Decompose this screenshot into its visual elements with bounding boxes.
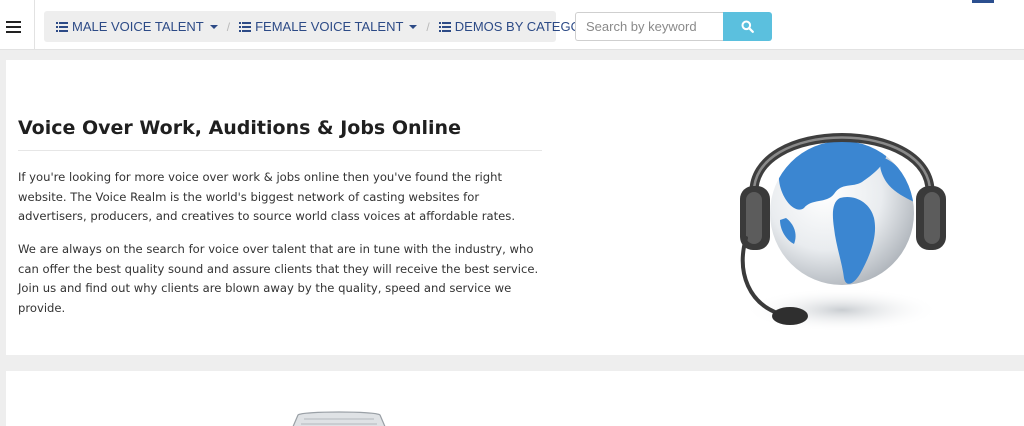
- list-icon: [239, 21, 252, 32]
- title-divider: [18, 150, 542, 151]
- nav-male-voice-talent[interactable]: MALE VOICE TALENT: [56, 19, 218, 34]
- talent-paragraph: We are always on the search for voice ov…: [18, 242, 539, 315]
- list-icon: [56, 21, 68, 32]
- navbar-divider: [34, 0, 35, 50]
- nav-separator: /: [226, 19, 231, 34]
- intro-paragraph: If you're looking for more voice over wo…: [18, 170, 516, 223]
- hamburger-icon[interactable]: [6, 21, 22, 35]
- search-form: [575, 12, 772, 41]
- nav-separator: /: [426, 19, 430, 34]
- caret-down-icon: [209, 24, 218, 29]
- search-input[interactable]: [575, 12, 723, 41]
- page-title: Voice Over Work, Auditions & Jobs Online: [18, 117, 461, 139]
- caret-down-icon: [409, 24, 418, 29]
- secondary-panel: [6, 371, 1024, 426]
- nav-item-label: MALE VOICE TALENT: [72, 19, 204, 34]
- list-icon: [438, 21, 451, 32]
- category-nav: MALE VOICE TALENT / FEMALE VOICE TALENT …: [44, 11, 613, 42]
- nav-female-voice-talent[interactable]: FEMALE VOICE TALENT: [239, 19, 418, 34]
- nav-item-label: FEMALE VOICE TALENT: [255, 19, 404, 34]
- hero-panel: Voice Over Work, Auditions & Jobs Online…: [6, 60, 1024, 355]
- device-image: [292, 411, 386, 426]
- corner-mark: [972, 0, 994, 3]
- search-icon: [741, 20, 754, 33]
- top-navbar: MALE VOICE TALENT / FEMALE VOICE TALENT …: [0, 0, 1024, 50]
- headset-globe-icon: [740, 133, 946, 332]
- search-button[interactable]: [723, 12, 772, 41]
